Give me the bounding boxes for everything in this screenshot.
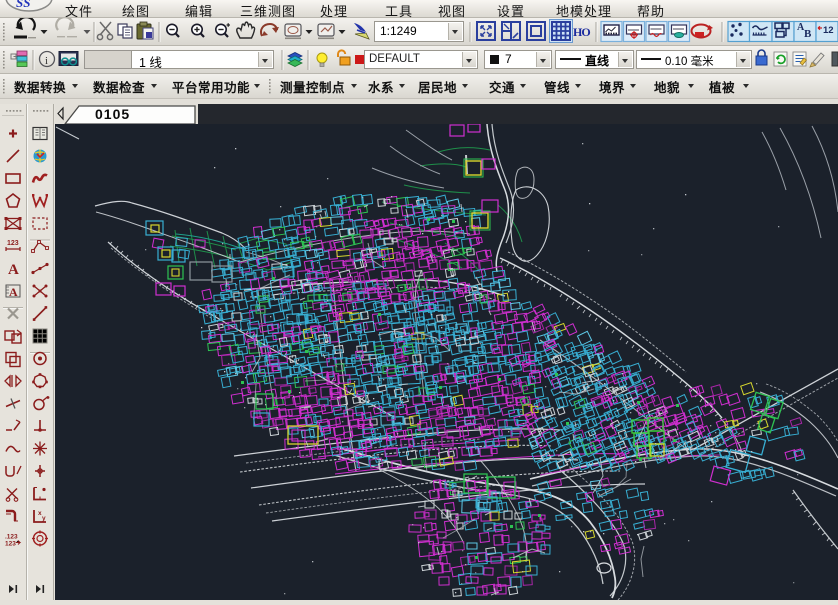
svg-text:123: 123: [7, 240, 19, 247]
svg-text:A: A: [9, 285, 18, 299]
svg-text:123: 123: [5, 541, 16, 548]
svg-text:SS: SS: [16, 0, 30, 10]
svg-text:y: y: [42, 515, 46, 522]
svg-text:.123: .123: [5, 534, 18, 541]
svg-text:i: i: [45, 55, 48, 67]
svg-text:B: B: [804, 28, 812, 40]
svg-text:A: A: [8, 262, 19, 278]
svg-text:HO: HO: [573, 25, 590, 39]
svg-text:12: 12: [823, 25, 834, 36]
